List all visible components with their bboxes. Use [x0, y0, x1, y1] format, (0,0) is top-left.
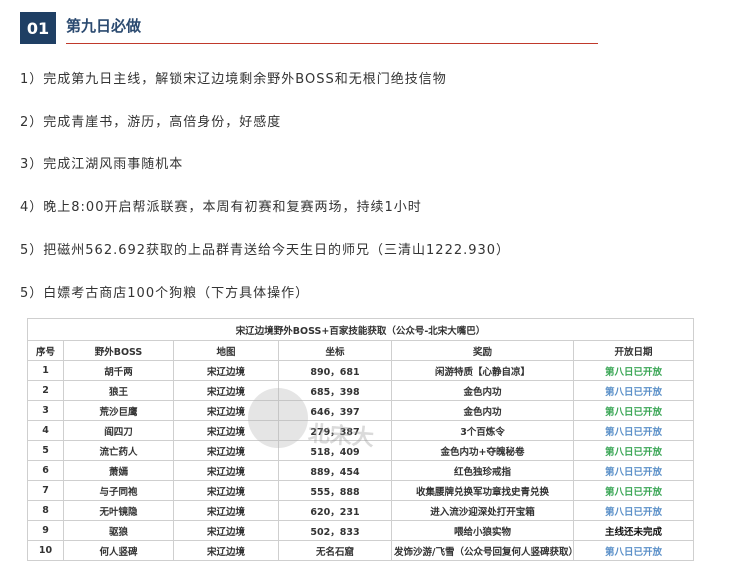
table-cell: 驱狼: [63, 520, 174, 541]
boss-table-container: 宋辽边境野外BOSS+百家技能获取（公众号-北宋大嘴巴） 序号 野外BOSS 地…: [26, 318, 695, 561]
table-cell: 502，833: [278, 520, 392, 541]
table-cell: 红色独珍戒指: [391, 460, 574, 481]
table-cell: 279，387: [278, 420, 392, 441]
table-cell: 685，398: [278, 380, 392, 401]
table-cell: 金色内功: [391, 400, 574, 421]
table-cell: 555，888: [278, 480, 392, 501]
table-cell: 流亡药人: [63, 440, 174, 461]
section-header: 01 第九日必做: [20, 12, 598, 44]
table-cell: 宋辽边境: [173, 520, 279, 541]
todo-item: 5）把磁州562.692获取的上品群青送给今天生日的师兄（三清山1222.930…: [20, 243, 511, 258]
table-row: 4 阎四刀 宋辽边境 279，387 3个百炼令 第八日已开放: [27, 420, 695, 441]
table-cell: 3: [27, 400, 64, 421]
table-cell: 狼王: [63, 380, 174, 401]
table-row: 2 狼王 宋辽边境 685，398 金色内功 第八日已开放: [27, 380, 695, 401]
table-cell: 第八日已开放: [572, 360, 695, 381]
table-row: 10 何人竖碑 宋辽边境 无名石窟 发饰沙游/飞雪（公众号回复何人竖碑获取） 第八日已开放: [27, 540, 695, 561]
table-cell: 发饰沙游/飞雪（公众号回复何人竖碑获取）: [391, 540, 574, 561]
table-cell: 无叶镜隐: [63, 500, 174, 521]
table-cell: 9: [27, 520, 64, 541]
table-cell: 宋辽边境: [173, 500, 279, 521]
section-number-badge: 01: [20, 12, 56, 44]
table-body: 1 胡千两 宋辽边境 890，681 闲游特质【心静自凉】 第八日已开放 2 狼王 宋辽边境 68…: [27, 360, 695, 561]
column-header: 野外BOSS: [63, 340, 174, 361]
table-cell: 宋辽边境: [173, 540, 279, 561]
table-caption: 宋辽边境野外BOSS+百家技能获取（公众号-北宋大嘴巴）: [26, 318, 695, 341]
table-cell: 阎四刀: [63, 420, 174, 441]
table-cell: 6: [27, 460, 64, 481]
todo-item: 4）晚上8:00开启帮派联赛，本周有初赛和复赛两场，持续1小时: [20, 200, 422, 215]
table-cell: 宋辽边境: [173, 360, 279, 381]
table-cell: 620，231: [278, 500, 392, 521]
column-header: 坐标: [278, 340, 392, 361]
table-cell: 第八日已开放: [572, 500, 695, 521]
table-cell: 第八日已开放: [572, 480, 695, 501]
section-title: 第九日必做: [66, 17, 142, 35]
table-row: 8 无叶镜隐 宋辽边境 620，231 进入流沙迎深处打开宝箱 第八日已开放: [27, 500, 695, 521]
table-cell: 金色内功: [391, 380, 574, 401]
table-cell: 萧嫣: [63, 460, 174, 481]
table-cell: 第八日已开放: [572, 540, 695, 561]
table-cell: 胡千两: [63, 360, 174, 381]
table-cell: 喂给小狼实物: [391, 520, 574, 541]
todo-item: 5）白嫖考古商店100个狗粮（下方具体操作）: [20, 286, 310, 301]
table-cell: 518，409: [278, 440, 392, 461]
table-cell: 5: [27, 440, 64, 461]
table-cell: 宋辽边境: [173, 440, 279, 461]
table-cell: 第八日已开放: [572, 420, 695, 441]
column-header: 序号: [27, 340, 64, 361]
table-cell: 第八日已开放: [572, 400, 695, 421]
column-header: 开放日期: [572, 340, 695, 361]
table-cell: 2: [27, 380, 64, 401]
table-row: 5 流亡药人 宋辽边境 518，409 金色内功+夺魄秘卷 第八日已开放: [27, 440, 695, 461]
table-cell: 无名石窟: [278, 540, 392, 561]
table-cell: 主线还未完成: [572, 520, 695, 541]
table-row: 6 萧嫣 宋辽边境 889，454 红色独珍戒指 第八日已开放: [27, 460, 695, 481]
table-cell: 收集腰牌兑换军功章找史青兑换: [391, 480, 574, 501]
title-underline: [66, 43, 598, 44]
table-row: 9 驱狼 宋辽边境 502，833 喂给小狼实物 主线还未完成: [27, 520, 695, 541]
table-row: 3 荒沙巨鹰 宋辽边境 646，397 金色内功 第八日已开放: [27, 400, 695, 421]
table-cell: 8: [27, 500, 64, 521]
table-cell: 与子同袍: [63, 480, 174, 501]
table-header-row: 序号 野外BOSS 地图 坐标 奖励 开放日期: [27, 340, 695, 361]
table-cell: 10: [27, 540, 64, 561]
column-header: 奖励: [391, 340, 574, 361]
table-cell: 何人竖碑: [63, 540, 174, 561]
table-cell: 889，454: [278, 460, 392, 481]
table-cell: 宋辽边境: [173, 380, 279, 401]
table-cell: 宋辽边境: [173, 460, 279, 481]
table-cell: 荒沙巨鹰: [63, 400, 174, 421]
table-row: 7 与子同袍 宋辽边境 555，888 收集腰牌兑换军功章找史青兑换 第八日已开放: [27, 480, 695, 501]
todo-item: 3）完成江湖风雨事随机本: [20, 157, 184, 172]
todo-item: 2）完成青崖书，游历，高倍身份，好感度: [20, 115, 282, 130]
table-cell: 1: [27, 360, 64, 381]
table-cell: 3个百炼令: [391, 420, 574, 441]
todo-item: 1）完成第九日主线，解锁宋辽边境剩余野外BOSS和无根门绝技信物: [20, 72, 447, 87]
boss-table: 宋辽边境野外BOSS+百家技能获取（公众号-北宋大嘴巴） 序号 野外BOSS 地…: [26, 318, 695, 561]
table-cell: 第八日已开放: [572, 380, 695, 401]
table-cell: 宋辽边境: [173, 400, 279, 421]
column-header: 地图: [173, 340, 279, 361]
table-cell: 第八日已开放: [572, 440, 695, 461]
table-cell: 金色内功+夺魄秘卷: [391, 440, 574, 461]
table-row: 1 胡千两 宋辽边境 890，681 闲游特质【心静自凉】 第八日已开放: [27, 360, 695, 381]
table-cell: 宋辽边境: [173, 420, 279, 441]
table-cell: 646，397: [278, 400, 392, 421]
table-cell: 进入流沙迎深处打开宝箱: [391, 500, 574, 521]
table-cell: 宋辽边境: [173, 480, 279, 501]
table-cell: 890，681: [278, 360, 392, 381]
table-cell: 4: [27, 420, 64, 441]
table-cell: 第八日已开放: [572, 460, 695, 481]
table-cell: 7: [27, 480, 64, 501]
table-cell: 闲游特质【心静自凉】: [391, 360, 574, 381]
